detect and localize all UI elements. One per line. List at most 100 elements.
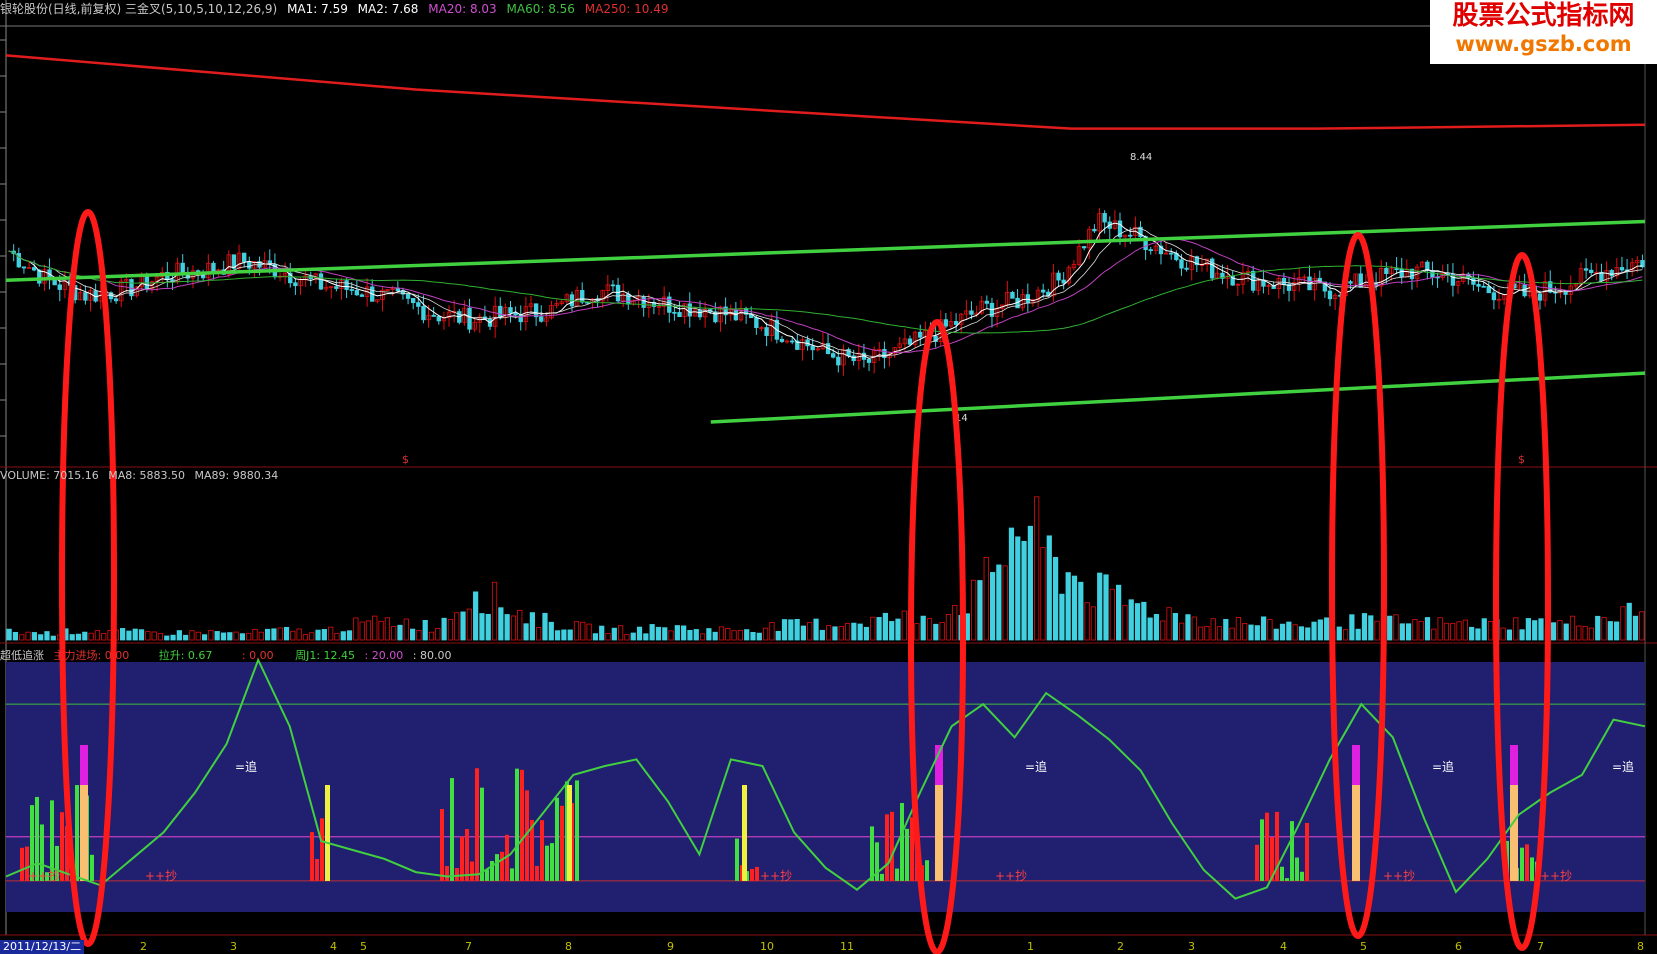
- candle-body: [1522, 284, 1527, 297]
- indicator-bar: [535, 865, 539, 881]
- indicator-bar: [1280, 866, 1284, 881]
- indicator-bar: [320, 818, 324, 881]
- volume-bar: [1103, 574, 1109, 641]
- volume-bar: [120, 628, 126, 641]
- indicator-bar: [450, 778, 454, 881]
- candle-body: [1148, 249, 1153, 252]
- volume-bar: [1525, 618, 1531, 641]
- candle-body: [943, 319, 949, 327]
- candle-body: [1128, 234, 1133, 237]
- indicator-bar: [560, 805, 564, 881]
- volume-bar: [1279, 623, 1286, 641]
- volume-bar: [819, 629, 825, 641]
- candle-body: [953, 321, 959, 325]
- candle-body: [1486, 286, 1491, 294]
- volume-bar: [422, 619, 428, 641]
- indicator-bar: [315, 858, 319, 881]
- volume-bar: [542, 612, 548, 641]
- indicator-bar: [1530, 857, 1534, 881]
- candle-body: [1399, 268, 1404, 278]
- indicator-header: 超低追涨 主力进场: 0.00 拉升: 0.67 : 0.00 周J1: 12.…: [0, 647, 457, 663]
- volume-bar: [832, 626, 838, 641]
- volume-bar: [1469, 626, 1475, 641]
- zero-value: : 0.00: [241, 649, 274, 662]
- x-tick-label: 3: [1188, 940, 1195, 953]
- volume-bar: [1595, 615, 1601, 641]
- indicator-bar: [1260, 819, 1264, 881]
- volume-bar: [82, 631, 88, 641]
- candle-body: [851, 355, 856, 362]
- x-tick-label: 7: [465, 940, 472, 953]
- candle-body: [677, 312, 682, 318]
- volume-bar: [1399, 623, 1405, 641]
- volume-bar: [1317, 619, 1323, 641]
- volume-bar: [895, 618, 901, 641]
- volume-bar: [6, 628, 12, 641]
- candle-body: [1102, 213, 1107, 223]
- indicator-bar: [885, 814, 889, 881]
- x-tick-label: 1: [1027, 940, 1034, 953]
- indicator-bar: [870, 826, 874, 881]
- buy-label: ++抄: [995, 869, 1027, 883]
- ma20-value: MA20: 8.03: [428, 2, 497, 16]
- candle-body: [349, 289, 354, 291]
- indicator-bar: [510, 868, 514, 881]
- candle-body: [1537, 293, 1543, 301]
- watermark-logo: 股票公式指标网 www.gszb.com: [1430, 0, 1657, 64]
- candle-body: [1092, 228, 1097, 232]
- volume-bar: [31, 632, 37, 641]
- candle-body: [1619, 267, 1625, 271]
- volume-bar: [479, 613, 485, 641]
- volume-bar: [851, 622, 857, 641]
- x-tick-label: 4: [1280, 940, 1287, 953]
- volume-bar: [220, 632, 227, 641]
- level20-value: : 20.00: [364, 649, 404, 662]
- candle-body: [1394, 268, 1399, 271]
- indicator-bar: [735, 838, 739, 881]
- indicator-name: 超低追涨: [0, 649, 44, 662]
- volume-bar: [1097, 572, 1103, 641]
- volume-bar: [863, 626, 870, 641]
- volume-bar: [636, 626, 643, 641]
- candle-body: [83, 292, 88, 301]
- x-tick-label: 5: [360, 940, 367, 953]
- watermark-title: 股票公式指标网: [1452, 1, 1635, 31]
- volume-bar: [176, 630, 182, 641]
- candle-body: [318, 273, 324, 290]
- volume-bar: [794, 618, 800, 641]
- candle-body: [1384, 267, 1389, 274]
- volume-bar: [1141, 601, 1147, 641]
- indicator-bar: [440, 808, 444, 881]
- volume-bar: [1027, 525, 1033, 641]
- x-tick-label: 2: [1117, 940, 1124, 953]
- volume-bar: [662, 627, 668, 641]
- candle-body: [918, 331, 923, 338]
- volume-ma89: MA89: 9880.34: [194, 469, 279, 482]
- chase-label: =追: [1025, 759, 1047, 774]
- volume-bar: [649, 624, 655, 641]
- indicator-bar: [1290, 821, 1294, 881]
- volume-bar: [1116, 584, 1122, 641]
- volume-bar: [1046, 535, 1052, 641]
- volume-bar: [50, 635, 56, 641]
- volume-bar: [630, 632, 636, 641]
- signal-pillar: [567, 785, 572, 881]
- volume-bar: [504, 614, 510, 641]
- volume-bar: [1475, 628, 1481, 641]
- indicator-bar: [445, 866, 449, 881]
- indicator-bar: [1305, 822, 1309, 881]
- candle-body: [641, 296, 646, 308]
- volume-bar: [1368, 615, 1374, 641]
- volume-bar: [409, 628, 416, 641]
- candle-body: [21, 266, 27, 269]
- indicator-panel: =追 =追 =追 =追 ++抄 ++抄 ++抄 ++抄 ++抄 ++抄: [5, 657, 1646, 912]
- indicator-bar: [1255, 844, 1259, 881]
- volume-bar: [1305, 627, 1311, 641]
- volume-bar: [933, 623, 939, 641]
- volume-bar: [1519, 629, 1525, 641]
- volume-bar: [781, 619, 788, 641]
- x-tick-label: 8: [1637, 940, 1644, 953]
- volume-bar: [164, 635, 170, 641]
- volume-bar: [744, 629, 750, 641]
- candle-body: [830, 353, 836, 358]
